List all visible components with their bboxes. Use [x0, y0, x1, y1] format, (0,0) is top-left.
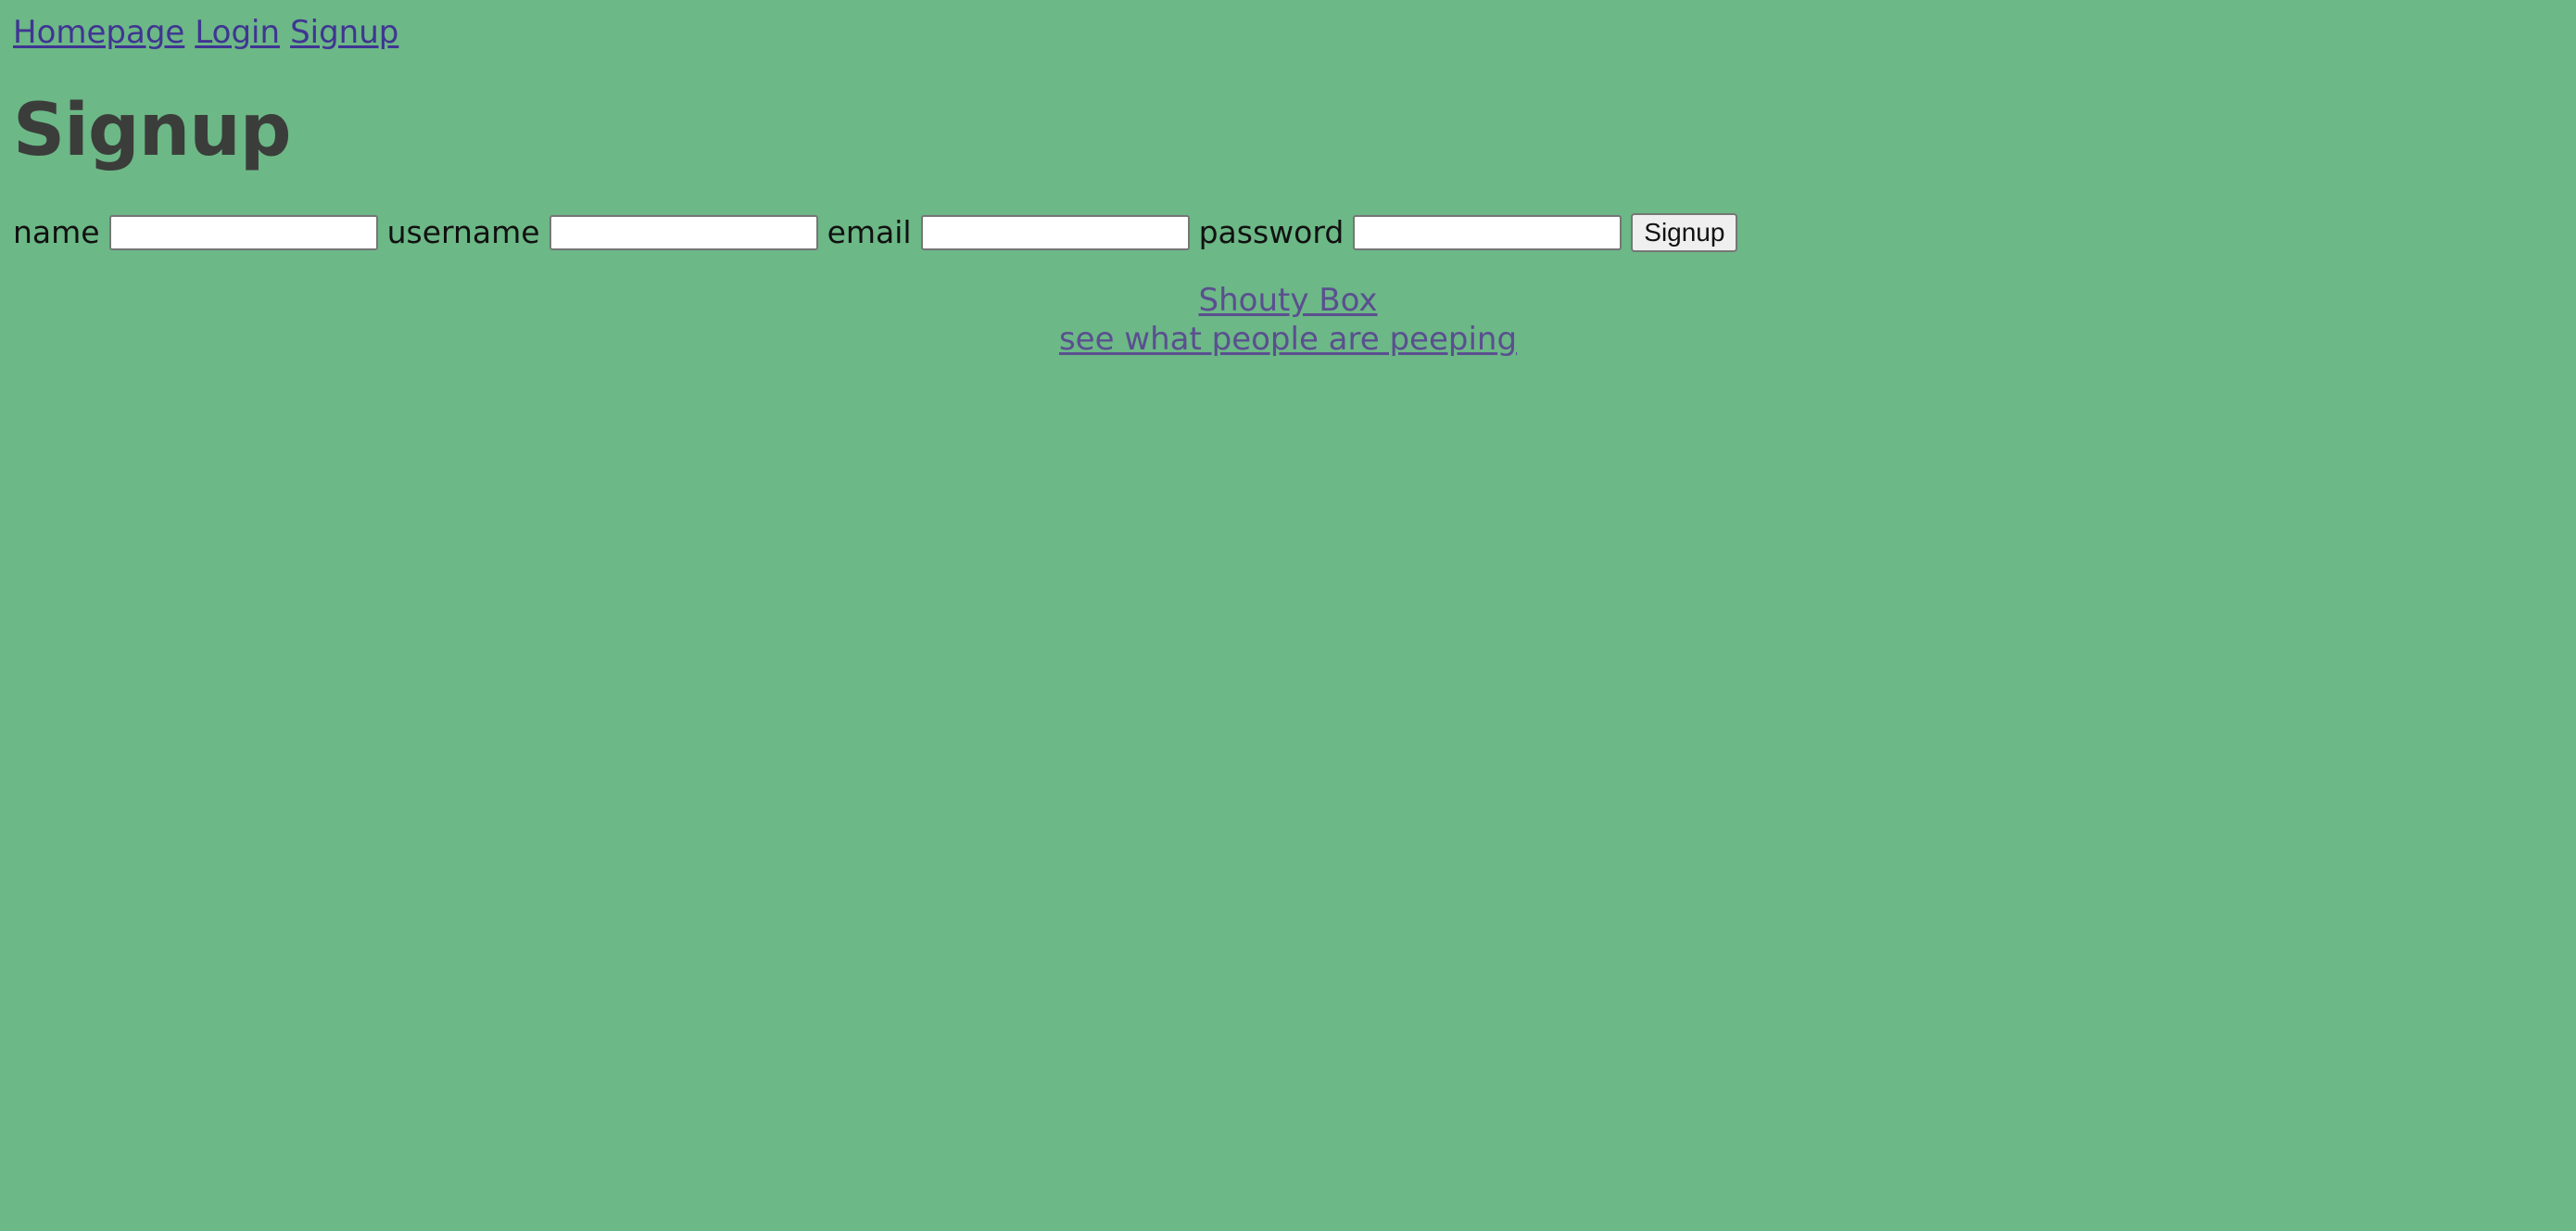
page-container: Homepage Login Signup Signup name userna…	[0, 0, 2576, 1231]
signup-submit-button[interactable]: Signup	[1631, 213, 1738, 252]
footer-brand-link[interactable]: Shouty Box	[1199, 281, 1378, 320]
email-field[interactable]	[920, 215, 1190, 250]
password-label: password	[1198, 214, 1345, 250]
footer: Shouty Box see what people are peeping	[0, 281, 2576, 359]
page-title: Signup	[13, 89, 292, 172]
nav-signup-link[interactable]: Signup	[290, 13, 398, 52]
footer-tagline-link[interactable]: see what people are peeping	[1059, 320, 1517, 359]
name-field[interactable]	[108, 215, 378, 250]
nav-homepage-link[interactable]: Homepage	[13, 13, 184, 52]
footer-brand-line: Shouty Box	[0, 281, 2576, 320]
footer-tagline-line: see what people are peeping	[0, 320, 2576, 359]
email-label: email	[827, 214, 912, 250]
username-field[interactable]	[549, 215, 818, 250]
nav-login-link[interactable]: Login	[195, 13, 280, 52]
top-navigation: Homepage Login Signup	[13, 13, 398, 52]
username-label: username	[386, 214, 540, 250]
signup-form: name username email password Signup	[13, 208, 1738, 258]
name-label: name	[13, 214, 100, 250]
password-field[interactable]	[1353, 215, 1623, 250]
